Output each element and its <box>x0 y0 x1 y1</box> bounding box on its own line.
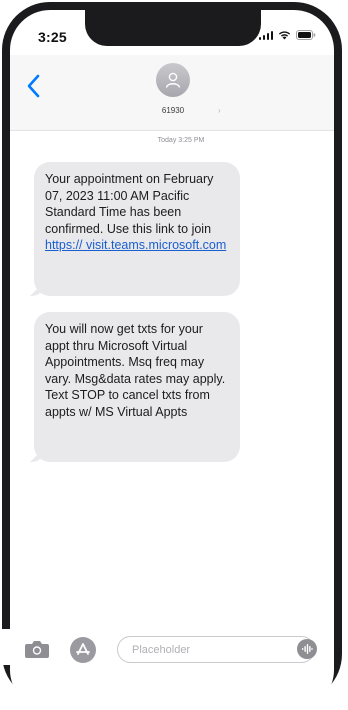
cellular-signal-icon <box>258 30 273 40</box>
incoming-message-bubble[interactable]: You will now get txts for your appt thru… <box>34 312 240 462</box>
audio-waveform-icon[interactable] <box>297 639 317 659</box>
battery-icon <box>296 30 316 40</box>
notch <box>85 10 261 46</box>
app-store-icon[interactable] <box>70 637 96 663</box>
message-link[interactable]: https:// visit.teams.microsoft.com <box>45 238 226 252</box>
back-chevron-icon[interactable] <box>24 73 44 99</box>
phone-screen: 3:25 61930 › Today 3:25 PM Your appointm… <box>10 10 334 710</box>
message-input[interactable] <box>117 636 315 663</box>
status-icons <box>258 30 317 40</box>
conversation-header: 61930 › <box>10 55 334 131</box>
message-thread[interactable]: Today 3:25 PM Your appointment on Februa… <box>10 131 334 631</box>
contact-name[interactable]: 61930 <box>10 106 334 115</box>
contact-avatar[interactable] <box>156 63 190 97</box>
message-text: Your appointment on February 07, 2023 11… <box>45 172 214 236</box>
incoming-message-bubble[interactable]: Your appointment on February 07, 2023 11… <box>34 162 240 296</box>
phone-frame: 3:25 61930 › Today 3:25 PM Your appointm… <box>2 2 342 710</box>
wifi-icon <box>278 30 291 40</box>
message-text: You will now get txts for your appt thru… <box>45 322 226 419</box>
contact-chevron-icon[interactable]: › <box>218 106 221 115</box>
status-time: 3:25 <box>38 29 67 45</box>
message-timestamp: Today 3:25 PM <box>157 137 205 144</box>
person-icon <box>165 72 181 88</box>
camera-icon[interactable] <box>24 639 50 659</box>
message-composer <box>0 629 324 665</box>
